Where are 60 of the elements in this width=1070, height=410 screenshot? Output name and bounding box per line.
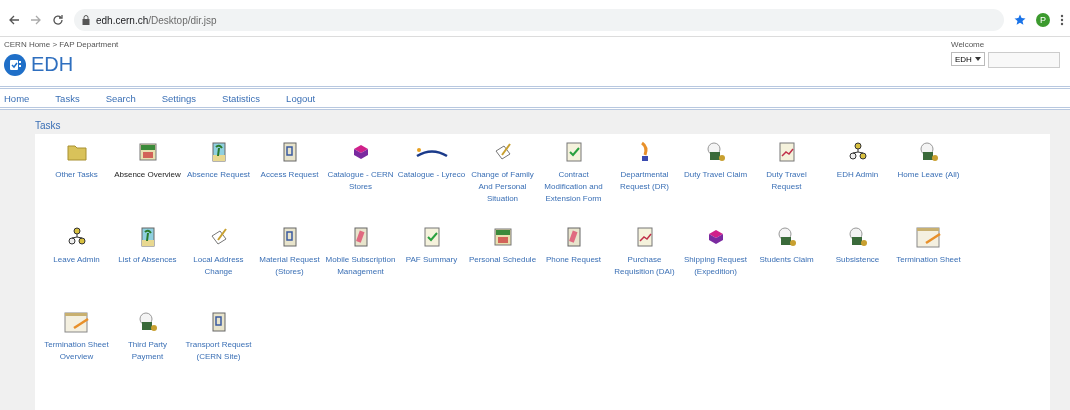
nav-link[interactable]: Search [105,92,136,104]
nav-link[interactable]: Tasks [55,92,80,104]
back-icon[interactable] [8,14,20,26]
url-text: edh.cern.ch/Desktop/dir.jsp [96,14,217,26]
star-icon[interactable] [1014,14,1026,26]
task-link[interactable]: Leave Admin [53,254,100,266]
caret-icon [975,57,981,61]
nav-link[interactable]: Home [4,92,30,104]
task-link[interactable]: Catalogue - Lyreco [397,169,466,181]
task-link[interactable]: Absence Request [186,169,251,181]
task-link[interactable]: Transport Request (CERN Site) [183,339,254,363]
task-link[interactable]: Departmental Request (DR) [609,169,680,193]
task-link[interactable]: Duty Travel Request [751,169,822,193]
task-link[interactable]: Phone Request [545,254,602,266]
welcome-text: Welcome [951,40,985,49]
menu-icon[interactable] [1060,14,1064,26]
nav-link[interactable]: Logout [286,92,316,104]
address-bar[interactable]: edh.cern.ch/Desktop/dir.jsp [74,9,1004,31]
task-link[interactable]: Material Request (Stores) [254,254,325,278]
money-icon [775,226,798,248]
nav-link[interactable]: Statistics [222,92,261,104]
nav-link[interactable]: Settings [161,92,197,104]
task-link[interactable]: Other Tasks [55,169,98,181]
task-link[interactable]: Catalogue - CERN Stores [325,169,396,193]
task-link[interactable]: Local Address Change [183,254,254,278]
breadcrumb: CERN Home > FAP Department [4,40,119,49]
logo-icon [4,53,26,76]
task-link[interactable]: Contract Modification and Extension Form [538,169,609,205]
task-link[interactable]: Subsistence [835,254,880,266]
task-link[interactable]: Absence Overview [114,169,181,181]
task-link[interactable]: Access Request [260,169,319,181]
app-title: EDH [31,53,74,76]
task-link[interactable]: Termination Sheet Overview [41,339,112,363]
profile-avatar[interactable]: P [1036,13,1050,27]
task-link[interactable]: Students Claim [759,254,814,266]
task-link[interactable]: Shipping Request (Expedition) [680,254,751,278]
domain-select[interactable]: EDH [951,52,985,66]
lock-icon [82,15,90,25]
money-icon [846,226,869,248]
task-link[interactable]: Mobile Subscription Management [325,254,396,278]
task-link[interactable]: Change of Family And Personal Situation [467,169,538,205]
task-link[interactable]: Home Leave (All) [897,169,960,181]
task-link[interactable]: List of Absences [118,254,177,266]
people-icon [846,141,869,163]
task-link[interactable]: Third Party Payment [112,339,183,363]
section-title: Tasks [35,120,62,131]
reload-icon[interactable] [52,14,64,26]
task-link[interactable]: EDH Admin [836,169,879,181]
task-link[interactable]: Duty Travel Claim [683,169,748,181]
money-icon [136,311,159,333]
task-link[interactable]: Termination Sheet [896,254,961,266]
people-icon [65,226,88,248]
search-field[interactable] [988,52,1060,68]
calendar-icon [136,141,159,163]
task-link[interactable]: PAF Summary [405,254,458,266]
task-link[interactable]: Purchase Requisition (DAI) [609,254,680,278]
task-link[interactable]: Personal Schedule [468,254,537,266]
money-icon [704,141,727,163]
calendar-icon [491,226,514,248]
money-icon [917,141,940,163]
